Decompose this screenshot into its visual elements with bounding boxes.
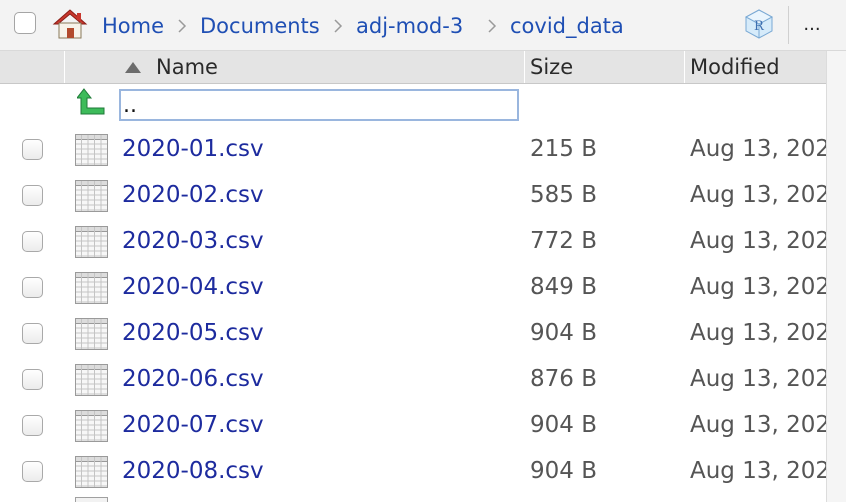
file-size: 904 B bbox=[530, 412, 597, 438]
chevron-right-icon bbox=[178, 19, 187, 33]
parent-directory-input[interactable] bbox=[119, 89, 519, 121]
svg-text:R: R bbox=[754, 19, 765, 34]
chevron-right-icon bbox=[334, 19, 343, 33]
csv-file-icon bbox=[75, 364, 108, 396]
breadcrumb-documents[interactable]: Documents bbox=[200, 13, 320, 39]
file-name-link[interactable]: 2020-02.csv bbox=[122, 181, 264, 209]
file-name-link[interactable]: 2020-01.csv bbox=[122, 135, 264, 163]
breadcrumb-covid-data[interactable]: covid_data bbox=[510, 13, 624, 39]
file-size: 772 B bbox=[530, 228, 597, 254]
file-row[interactable]: 2020-02.csv 585 B Aug 13, 2020 bbox=[0, 180, 826, 226]
breadcrumb: Home Documents adj-mod-3 covid_data R ..… bbox=[0, 0, 846, 51]
file-name-link[interactable]: 2020-04.csv bbox=[122, 273, 264, 301]
modified-column-label: Modified bbox=[690, 55, 780, 79]
file-checkbox[interactable] bbox=[22, 461, 43, 482]
file-checkbox[interactable] bbox=[22, 185, 43, 206]
files-pane: Home Documents adj-mod-3 covid_data R ..… bbox=[0, 0, 846, 502]
name-column-header[interactable]: Name bbox=[114, 51, 524, 83]
file-size: 849 B bbox=[530, 274, 597, 300]
file-checkbox[interactable] bbox=[22, 231, 43, 252]
size-column-label: Size bbox=[530, 55, 574, 79]
more-button[interactable]: ... bbox=[788, 6, 835, 44]
size-column-header[interactable]: Size bbox=[524, 51, 684, 83]
file-checkbox[interactable] bbox=[22, 415, 43, 436]
file-row[interactable]: 2020-08.csv 904 B Aug 13, 2020 bbox=[0, 456, 826, 502]
file-name-link[interactable]: 2020-03.csv bbox=[122, 227, 264, 255]
vertical-scrollbar[interactable] bbox=[826, 51, 846, 502]
file-size: 585 B bbox=[530, 182, 597, 208]
csv-file-icon bbox=[75, 134, 108, 166]
file-name-link[interactable]: 2020-05.csv bbox=[122, 319, 264, 347]
select-all-checkbox[interactable] bbox=[14, 12, 36, 34]
icon-column-header bbox=[64, 51, 114, 83]
r-project-icon[interactable]: R bbox=[742, 8, 776, 40]
file-row[interactable]: 2020-04.csv 849 B Aug 13, 2020 bbox=[0, 272, 826, 318]
chevron-right-icon bbox=[488, 19, 497, 33]
csv-file-icon bbox=[75, 410, 108, 442]
csv-file-icon bbox=[75, 226, 108, 258]
file-size: 876 B bbox=[530, 366, 597, 392]
breadcrumb-adj-mod-3[interactable]: adj-mod-3 bbox=[356, 13, 463, 39]
file-modified: Aug 13, 2020 bbox=[690, 228, 826, 254]
file-modified: Aug 13, 2020 bbox=[690, 274, 826, 300]
file-size: 904 B bbox=[530, 320, 597, 346]
file-row[interactable]: 2020-07.csv 904 B Aug 13, 2020 bbox=[0, 410, 826, 456]
sort-ascending-icon bbox=[125, 62, 141, 73]
file-size: 904 B bbox=[530, 458, 597, 484]
file-row[interactable]: 2020-06.csv 876 B Aug 13, 2020 bbox=[0, 364, 826, 410]
csv-file-icon bbox=[75, 318, 108, 350]
file-modified: Aug 13, 2020 bbox=[690, 412, 826, 438]
file-checkbox[interactable] bbox=[22, 323, 43, 344]
file-modified: Aug 13, 2020 bbox=[690, 320, 826, 346]
go-up-icon[interactable] bbox=[77, 88, 107, 116]
csv-file-icon bbox=[75, 272, 108, 304]
file-checkbox[interactable] bbox=[22, 139, 43, 160]
file-modified: Aug 13, 2020 bbox=[690, 182, 826, 208]
file-size: 215 B bbox=[530, 136, 597, 162]
file-checkbox[interactable] bbox=[22, 369, 43, 390]
file-row[interactable]: 2020-01.csv 215 B Aug 13, 2020 bbox=[0, 134, 826, 180]
column-header: Name Size Modified bbox=[0, 51, 826, 84]
csv-file-icon bbox=[75, 497, 108, 502]
home-icon[interactable] bbox=[52, 8, 88, 40]
file-name-link[interactable]: 2020-06.csv bbox=[122, 365, 264, 393]
modified-column-header[interactable]: Modified bbox=[684, 51, 826, 83]
file-name-link[interactable]: 2020-08.csv bbox=[122, 457, 264, 485]
csv-file-icon bbox=[75, 456, 108, 488]
name-column-label: Name bbox=[156, 55, 218, 79]
file-checkbox[interactable] bbox=[22, 277, 43, 298]
file-row[interactable]: 2020-03.csv 772 B Aug 13, 2020 bbox=[0, 226, 826, 272]
file-name-link[interactable]: 2020-07.csv bbox=[122, 411, 264, 439]
file-modified: Aug 13, 2020 bbox=[690, 458, 826, 484]
breadcrumb-home[interactable]: Home bbox=[102, 13, 164, 39]
csv-file-icon bbox=[75, 180, 108, 212]
checkbox-column-header bbox=[0, 51, 64, 83]
file-modified: Aug 13, 2020 bbox=[690, 136, 826, 162]
file-row[interactable]: 2020-05.csv 904 B Aug 13, 2020 bbox=[0, 318, 826, 364]
file-modified: Aug 13, 2020 bbox=[690, 366, 826, 392]
